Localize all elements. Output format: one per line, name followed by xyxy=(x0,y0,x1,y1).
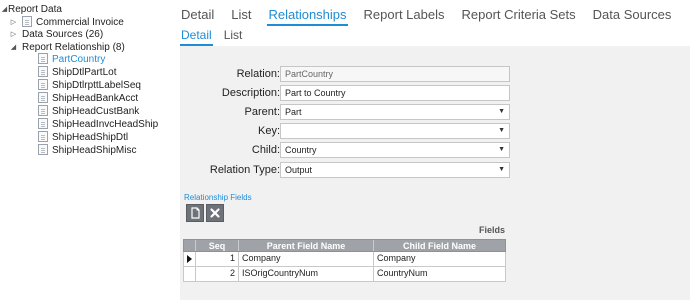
tree-child-ship-head-bank-acct[interactable]: ShipHeadBankAcct xyxy=(38,92,138,105)
delete-x-icon xyxy=(210,208,220,218)
table-row[interactable]: 1 Company Company xyxy=(183,252,506,267)
description-field[interactable]: Part to Country xyxy=(280,85,510,101)
relation-field[interactable]: PartCountry xyxy=(280,66,510,82)
dropdown-arrow-icon[interactable]: ▼ xyxy=(498,105,505,119)
tree-child-label: ShipHeadShipMisc xyxy=(52,145,137,156)
relation-type-row: Relation Type: xyxy=(180,162,280,178)
cell-seq[interactable]: 2 xyxy=(196,267,239,281)
key-select[interactable]: ▼ xyxy=(280,123,510,139)
tree-child-label: ShipHeadCustBank xyxy=(52,106,140,117)
tab-report-criteria-sets[interactable]: Report Criteria Sets xyxy=(460,6,576,26)
tree-child-ship-dtl-label-seq[interactable]: ShipDtlrpttLabelSeq xyxy=(38,79,141,92)
tree-child-label: ShipDtlrpttLabelSeq xyxy=(52,80,141,91)
relation-label: Relation: xyxy=(236,68,280,80)
parent-label: Parent: xyxy=(244,106,280,118)
tree-child-ship-head-cust-bank[interactable]: ShipHeadCustBank xyxy=(38,105,139,118)
grid-title: Fields xyxy=(478,225,505,235)
tab-detail[interactable]: Detail xyxy=(180,6,215,26)
tree-item-label: Data Sources (26) xyxy=(22,29,104,40)
tree-child-label: ShipHeadShipDtl xyxy=(52,132,129,143)
row-selector[interactable] xyxy=(184,267,196,281)
relationship-fields-toolbar xyxy=(186,204,226,222)
document-icon xyxy=(22,16,32,27)
grid-header-indicator xyxy=(184,240,196,251)
relation-type-label: Relation Type: xyxy=(209,164,280,176)
cell-child-field[interactable]: CountryNum xyxy=(374,267,505,281)
main-panel: Detail List Relationships Report Labels … xyxy=(172,0,690,300)
current-row-arrow-icon xyxy=(187,255,192,263)
relation-row: Relation: xyxy=(180,66,280,82)
tree-child-label: ShipHeadBankAcct xyxy=(52,93,139,104)
parent-value: Part xyxy=(285,107,302,117)
tree-child-part-country[interactable]: PartCountry xyxy=(38,53,105,66)
cell-parent-field[interactable]: ISOrigCountryNum xyxy=(239,267,374,281)
tab-relationships[interactable]: Relationships xyxy=(267,6,348,26)
key-row: Key: xyxy=(180,123,280,139)
top-tabs: Detail List Relationships Report Labels … xyxy=(180,6,687,26)
relation-type-select[interactable]: Output ▼ xyxy=(280,162,510,178)
tree-child-label: ShipDtlPartLot xyxy=(52,67,117,78)
report-tree: ◢ Report Data ▷ Commercial Invoice ▷ Dat… xyxy=(0,0,172,300)
relationship-fields-grid: Seq Parent Field Name Child Field Name 1… xyxy=(183,239,506,282)
grid-header-seq[interactable]: Seq xyxy=(196,240,239,251)
collapse-report-relationship-icon[interactable]: ◢ xyxy=(9,43,18,52)
description-label: Description: xyxy=(221,87,280,99)
child-select[interactable]: Country ▼ xyxy=(280,142,510,158)
child-row: Child: xyxy=(180,142,280,158)
child-value: Country xyxy=(285,145,317,155)
document-icon xyxy=(38,118,48,129)
tab-data-sources[interactable]: Data Sources xyxy=(592,6,673,26)
key-label: Key: xyxy=(257,125,280,137)
grid-header-parent-field[interactable]: Parent Field Name xyxy=(239,240,374,251)
subtab-detail[interactable]: Detail xyxy=(180,28,213,46)
document-icon xyxy=(38,79,48,90)
document-icon xyxy=(38,66,48,77)
dropdown-arrow-icon[interactable]: ▼ xyxy=(498,163,505,177)
document-icon xyxy=(38,92,48,103)
document-icon xyxy=(38,53,48,64)
detail-content: Relation: PartCountry Description: Part … xyxy=(180,46,690,300)
document-icon xyxy=(38,105,48,116)
description-value: Part to Country xyxy=(285,88,346,98)
row-selector[interactable] xyxy=(184,252,196,266)
sub-tabs: Detail List xyxy=(180,28,253,46)
tree-item-label: Commercial Invoice xyxy=(36,17,124,28)
tree-child-label: PartCountry xyxy=(52,54,106,65)
expand-data-sources-icon[interactable]: ▷ xyxy=(9,30,18,39)
tab-report-labels[interactable]: Report Labels xyxy=(363,6,446,26)
relation-type-value: Output xyxy=(285,165,313,175)
cell-parent-field[interactable]: Company xyxy=(239,252,374,266)
grid-header-row: Seq Parent Field Name Child Field Name xyxy=(183,239,506,252)
tab-list[interactable]: List xyxy=(230,6,252,26)
parent-select[interactable]: Part ▼ xyxy=(280,104,510,120)
grid-header-child-field[interactable]: Child Field Name xyxy=(374,240,505,251)
cell-seq[interactable]: 1 xyxy=(196,252,239,266)
tree-child-ship-head-ship-dtl[interactable]: ShipHeadShipDtl xyxy=(38,131,128,144)
child-label: Child: xyxy=(251,144,280,156)
table-row[interactable]: 2 ISOrigCountryNum CountryNum xyxy=(183,267,506,282)
parent-row: Parent: xyxy=(180,104,280,120)
delete-field-button[interactable] xyxy=(206,204,224,222)
cell-child-field[interactable]: Company xyxy=(374,252,505,266)
new-field-button[interactable] xyxy=(186,204,204,222)
document-icon xyxy=(38,131,48,142)
subtab-list[interactable]: List xyxy=(223,28,244,46)
tree-child-ship-head-ship-misc[interactable]: ShipHeadShipMisc xyxy=(38,144,137,157)
tree-item-data-sources[interactable]: Data Sources (26) xyxy=(22,28,103,41)
tree-root[interactable]: Report Data xyxy=(8,3,62,16)
document-icon xyxy=(38,144,48,155)
tree-child-label: ShipHeadInvcHeadShip xyxy=(52,119,159,130)
dropdown-arrow-icon[interactable]: ▼ xyxy=(498,124,505,138)
tree-root-label: Report Data xyxy=(8,4,62,15)
tree-child-ship-head-invc-head-ship[interactable]: ShipHeadInvcHeadShip xyxy=(38,118,158,131)
tree-child-ship-dtl-part-lot[interactable]: ShipDtlPartLot xyxy=(38,66,116,79)
new-document-icon xyxy=(191,207,200,219)
description-row: Description: xyxy=(180,85,280,101)
relationship-fields-label: Relationship Fields xyxy=(184,193,252,202)
expand-commercial-invoice-icon[interactable]: ▷ xyxy=(9,18,18,27)
relation-value: PartCountry xyxy=(285,69,334,79)
dropdown-arrow-icon[interactable]: ▼ xyxy=(498,143,505,157)
tree-item-label: Report Relationship (8) xyxy=(22,42,125,53)
